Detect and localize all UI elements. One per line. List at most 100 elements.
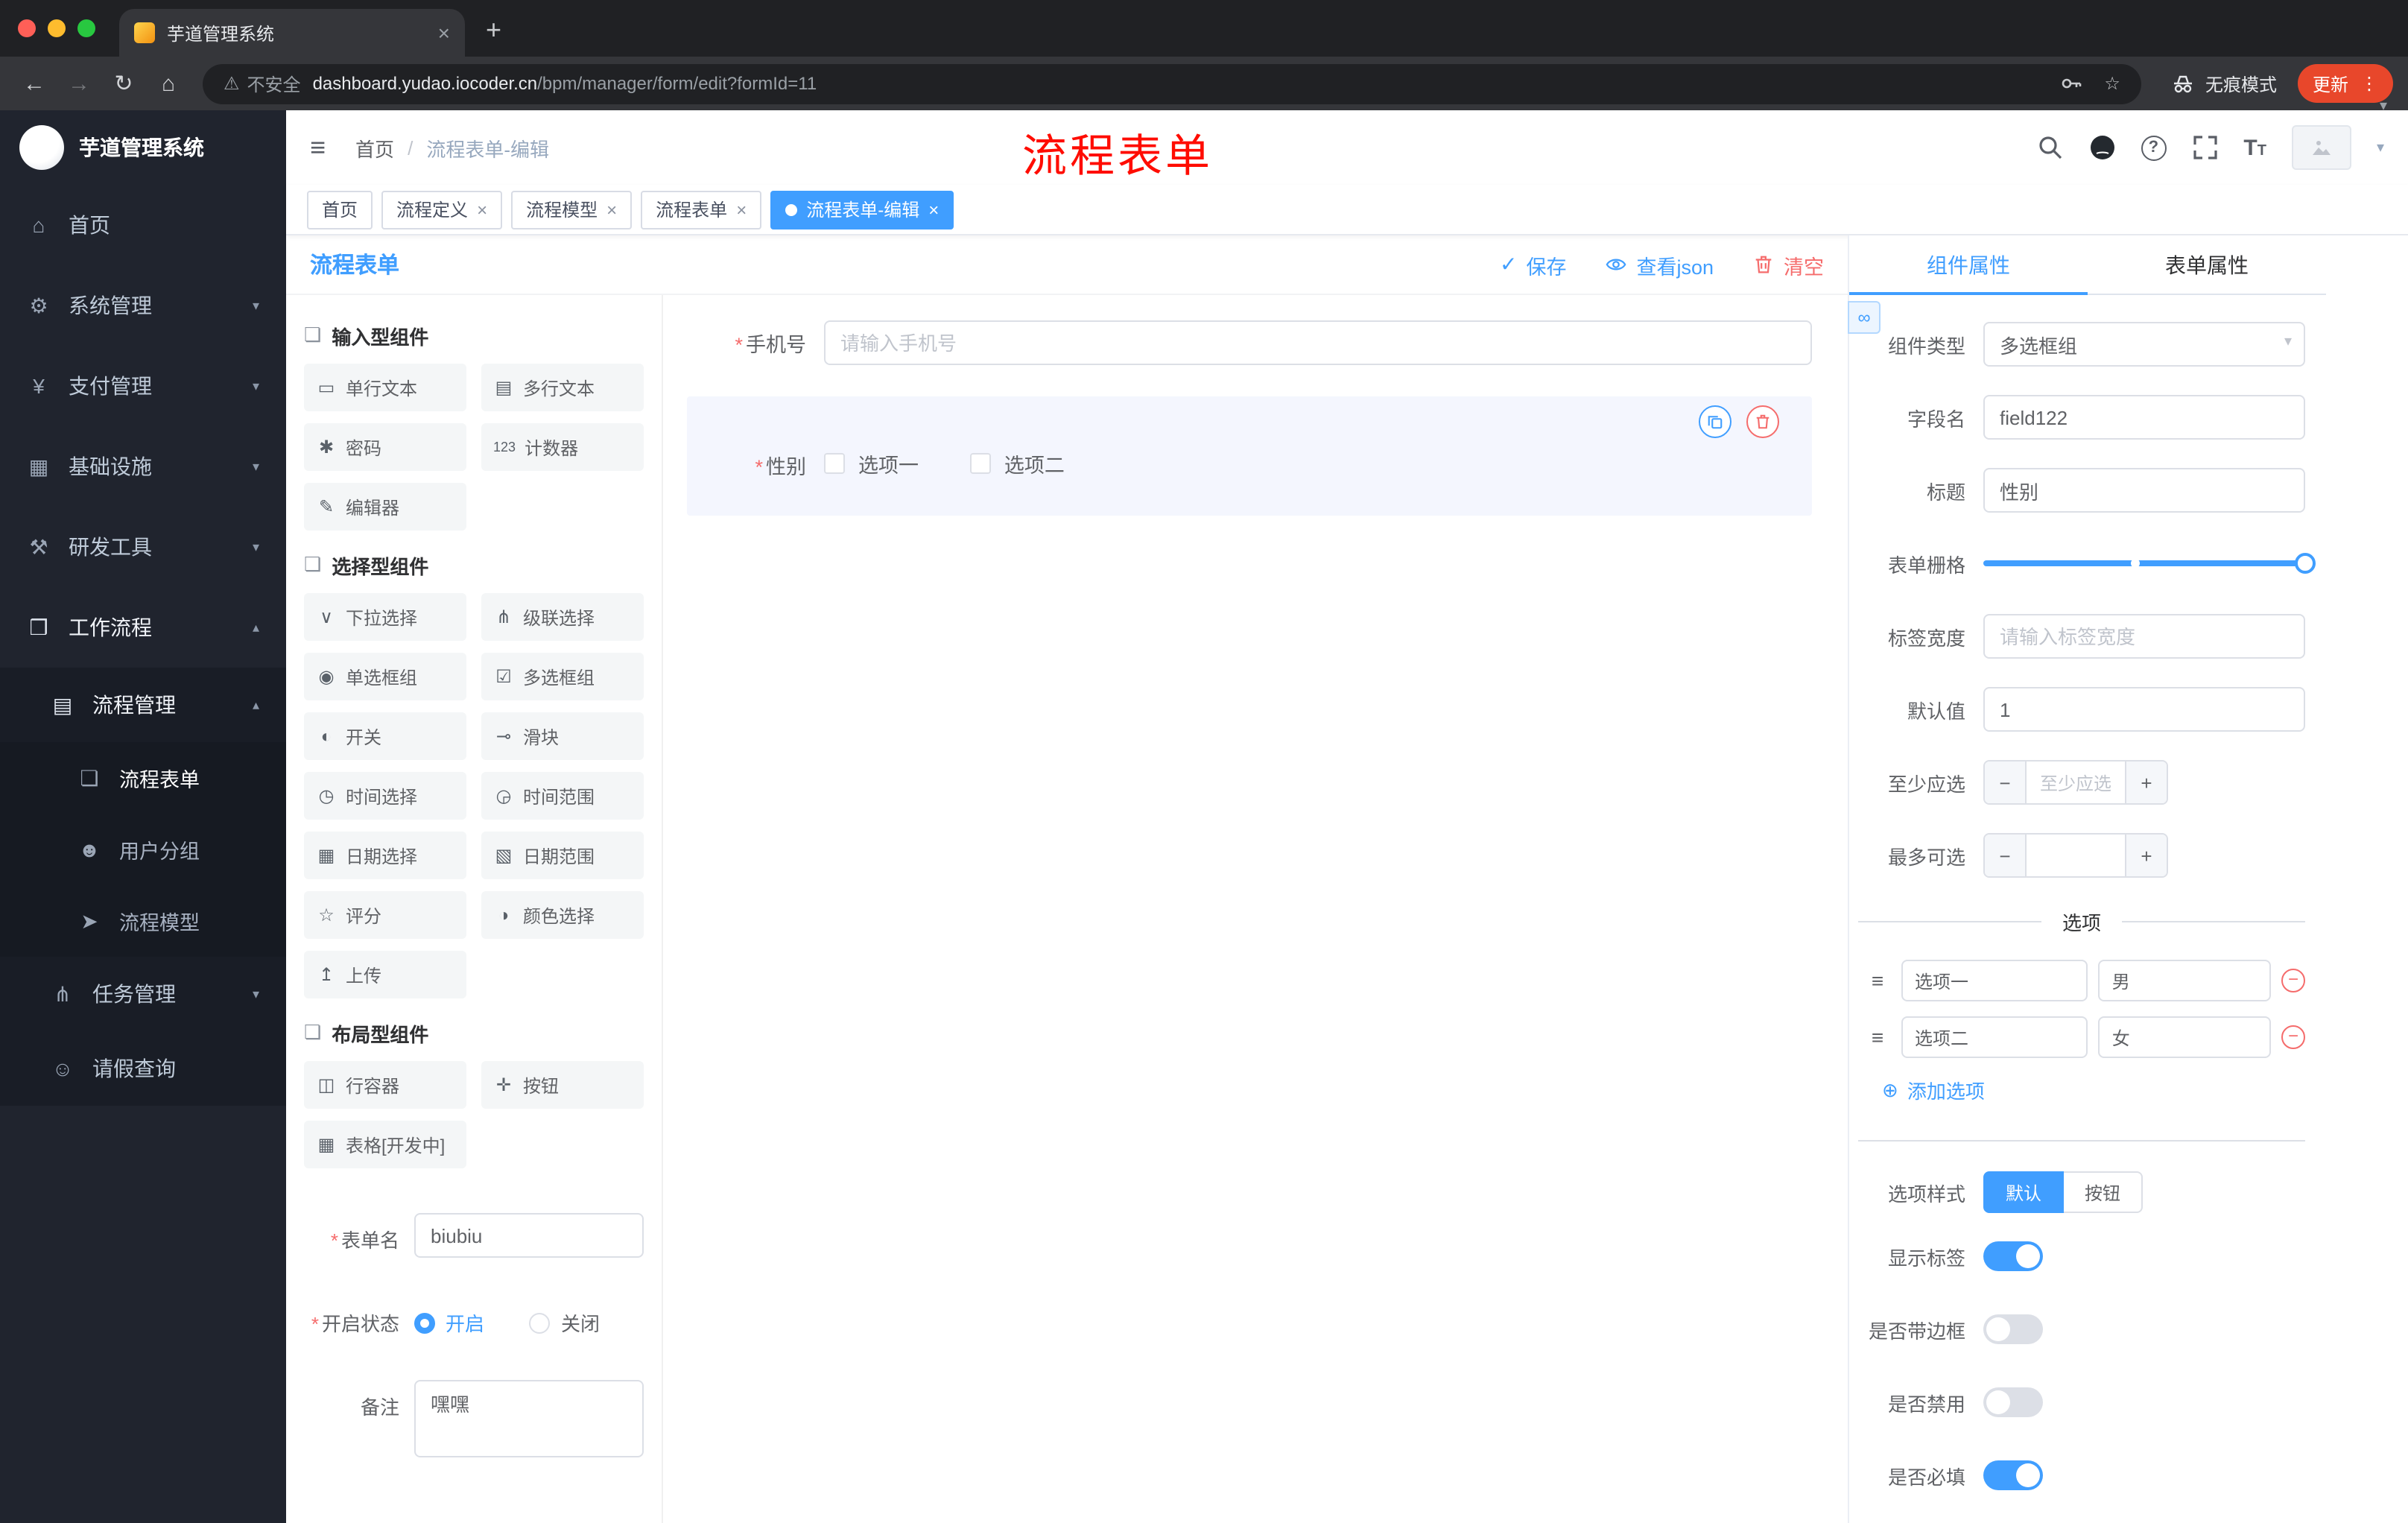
drag-handle-icon[interactable]: ≡ — [1864, 969, 1891, 992]
option-label-input[interactable] — [1901, 1016, 2088, 1058]
component-radio-group[interactable]: ◉ 单选框组 — [304, 653, 466, 700]
browser-tab[interactable]: 芋道管理系统 × — [119, 9, 465, 57]
phone-field[interactable]: * 手机号 — [687, 310, 1812, 376]
component-upload[interactable]: ↥ 上传 — [304, 951, 466, 998]
label-width-input[interactable] — [1983, 614, 2305, 659]
window-zoom-button[interactable] — [77, 19, 95, 37]
sidebar-toggle-icon[interactable]: ≡ — [310, 132, 326, 163]
increase-button[interactable]: + — [2125, 835, 2167, 876]
grid-slider[interactable] — [1983, 541, 2316, 586]
window-minimize-button[interactable] — [48, 19, 66, 37]
component-row-container[interactable]: ◫ 行容器 — [304, 1061, 466, 1109]
browser-home-button[interactable]: ⌂ — [149, 71, 188, 96]
tag-close-icon[interactable]: × — [477, 199, 487, 220]
disabled-toggle[interactable] — [1983, 1387, 2043, 1417]
option-label-input[interactable] — [1901, 960, 2088, 1001]
sidebar-item-home[interactable]: ⌂ 首页 — [0, 185, 286, 265]
avatar[interactable] — [2291, 125, 2351, 170]
tab-close-icon[interactable]: × — [438, 21, 450, 45]
tab-form-props[interactable]: 表单属性 — [2088, 235, 2326, 294]
option-value-input[interactable] — [2098, 1016, 2271, 1058]
tag-process-form[interactable]: 流程表单 × — [641, 190, 762, 229]
component-time-range[interactable]: ◶ 时间范围 — [481, 772, 644, 820]
github-icon[interactable] — [2088, 134, 2115, 161]
sidebar-item-payment[interactable]: ¥ 支付管理 ▾ — [0, 346, 286, 426]
decrease-button[interactable]: − — [1985, 762, 2027, 803]
gender-option1-checkbox[interactable]: 选项一 — [824, 449, 919, 478]
component-button[interactable]: ✛ 按钮 — [481, 1061, 644, 1109]
sidebar-item-task-management[interactable]: ⋔ 任务管理 ▾ — [0, 957, 286, 1031]
new-tab-button[interactable]: + — [486, 15, 501, 46]
key-icon[interactable] — [2059, 72, 2083, 95]
status-closed-radio[interactable]: 关闭 — [529, 1296, 600, 1337]
tag-close-icon[interactable]: × — [606, 199, 617, 220]
save-button[interactable]: ✓ 保存 — [1500, 250, 1566, 279]
style-default-button[interactable]: 默认 — [1983, 1171, 2065, 1213]
breadcrumb-home[interactable]: 首页 — [355, 133, 394, 162]
component-single-line-text[interactable]: ▭ 单行文本 — [304, 364, 466, 411]
remove-option-icon[interactable]: − — [2281, 1025, 2305, 1049]
menu-dots-icon[interactable]: ⋮ — [2360, 73, 2378, 94]
min-select-value[interactable]: 至少应选 — [2027, 762, 2125, 803]
option-value-input[interactable] — [2098, 960, 2271, 1001]
max-select-value[interactable] — [2027, 835, 2125, 876]
security-indicator[interactable]: ⚠ 不安全 — [224, 71, 301, 96]
tag-close-icon[interactable]: × — [928, 199, 939, 220]
component-checkbox-group[interactable]: ☑ 多选框组 — [481, 653, 644, 700]
clear-button[interactable]: 清空 — [1752, 250, 1824, 279]
show-label-toggle[interactable] — [1983, 1241, 2043, 1271]
copy-field-button[interactable] — [1699, 405, 1731, 438]
sidebar-item-process-model[interactable]: ➤ 流程模型 — [0, 885, 286, 957]
forward-button[interactable]: → — [60, 71, 98, 96]
link-chip-icon[interactable]: ∞ — [1848, 301, 1881, 334]
fullscreen-icon[interactable] — [2191, 134, 2218, 161]
drag-handle-icon[interactable]: ≡ — [1864, 1025, 1891, 1049]
style-button-button[interactable]: 按钮 — [2064, 1171, 2144, 1213]
sidebar-item-system[interactable]: ⚙ 系统管理 ▾ — [0, 265, 286, 346]
default-value-input[interactable] — [1983, 687, 2305, 732]
component-date-range[interactable]: ▧ 日期范围 — [481, 832, 644, 879]
search-icon[interactable] — [2036, 134, 2063, 161]
form-remark-textarea[interactable]: 嘿嘿 — [414, 1379, 644, 1457]
slider-track[interactable] — [1983, 553, 2316, 574]
address-bar[interactable]: ⚠ 不安全 dashboard.yudao.iocoder.cn/bpm/man… — [203, 63, 2141, 104]
gender-option2-checkbox[interactable]: 选项二 — [969, 449, 1065, 478]
help-icon[interactable]: ? — [2141, 135, 2167, 160]
chrome-update-button[interactable]: 更新 ⋮ — [2297, 64, 2393, 103]
component-dropdown-select[interactable]: ∨ 下拉选择 — [304, 593, 466, 641]
slider-handle[interactable] — [2295, 553, 2316, 574]
component-rate[interactable]: ☆ 评分 — [304, 891, 466, 939]
component-time-picker[interactable]: ◷ 时间选择 — [304, 772, 466, 820]
font-size-icon[interactable]: TT — [2243, 135, 2266, 160]
with-border-toggle[interactable] — [1983, 1314, 2043, 1344]
tag-process-model[interactable]: 流程模型 × — [511, 190, 633, 229]
sidebar-item-leave-query[interactable]: ☺ 请假查询 — [0, 1031, 286, 1106]
tag-process-definition[interactable]: 流程定义 × — [381, 190, 503, 229]
component-switch[interactable]: ◐ 开关 — [304, 712, 466, 760]
component-table[interactable]: ▦ 表格[开发中] — [304, 1121, 466, 1168]
back-button[interactable]: ← — [15, 71, 54, 96]
min-select-stepper[interactable]: − 至少应选 + — [1983, 760, 2168, 805]
avatar-caret-icon[interactable]: ▾ — [2377, 139, 2384, 156]
component-counter[interactable]: 123 计数器 — [481, 423, 644, 471]
component-type-select[interactable]: ▾ — [1983, 322, 2305, 367]
component-editor[interactable]: ✎ 编辑器 — [304, 483, 466, 531]
sidebar-item-user-group[interactable]: ☻ 用户分组 — [0, 814, 286, 885]
tag-process-form-edit[interactable]: 流程表单-编辑 × — [770, 190, 954, 229]
sidebar-item-infrastructure[interactable]: ▦ 基础设施 ▾ — [0, 426, 286, 507]
component-type-value[interactable] — [1983, 322, 2305, 367]
component-color-picker[interactable]: ◑ 颜色选择 — [481, 891, 644, 939]
tab-component-props[interactable]: 组件属性 — [1849, 235, 2088, 295]
component-cascader[interactable]: ⋔ 级联选择 — [481, 593, 644, 641]
component-password[interactable]: ✱ 密码 — [304, 423, 466, 471]
increase-button[interactable]: + — [2125, 762, 2167, 803]
sidebar-item-workflow[interactable]: ❒ 工作流程 ▴ — [0, 587, 286, 668]
component-slider[interactable]: ⊸ 滑块 — [481, 712, 644, 760]
window-close-button[interactable] — [18, 19, 36, 37]
form-name-input[interactable] — [414, 1213, 644, 1258]
sidebar-item-process-form[interactable]: ❏ 流程表单 — [0, 742, 286, 814]
sidebar-item-process-management[interactable]: ▤ 流程管理 ▴ — [0, 668, 286, 742]
title-input[interactable] — [1983, 468, 2305, 513]
tag-close-icon[interactable]: × — [736, 199, 747, 220]
delete-field-button[interactable] — [1746, 405, 1779, 438]
